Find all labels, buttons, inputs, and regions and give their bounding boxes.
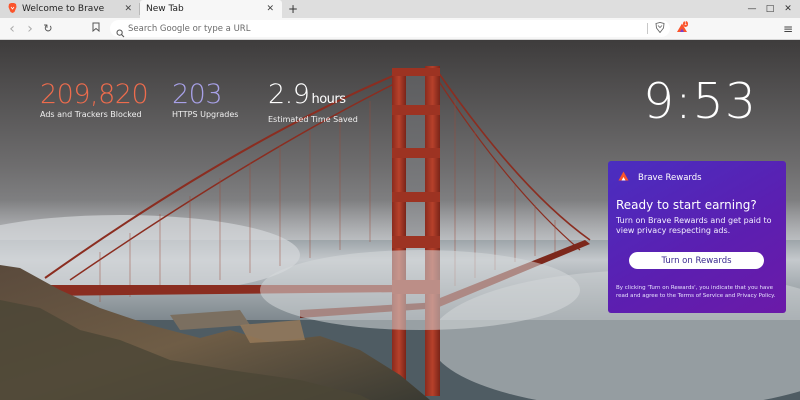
rewards-legal-text: By clicking 'Turn on Rewards', you indic… xyxy=(616,285,776,299)
stat-https-upgrades: 203 HTTPS Upgrades xyxy=(172,79,239,120)
back-button[interactable]: ‹ xyxy=(4,18,20,39)
rewards-header: Brave Rewards xyxy=(618,171,702,184)
time-saved-value: 2.9 xyxy=(268,79,310,110)
tab-close-icon[interactable]: ✕ xyxy=(124,4,132,14)
address-input[interactable] xyxy=(128,20,648,37)
https-upgrades-label: HTTPS Upgrades xyxy=(172,110,239,119)
reload-button[interactable]: ↻ xyxy=(40,18,56,39)
brave-rewards-icon xyxy=(618,171,629,184)
bookmark-icon xyxy=(92,22,100,35)
brave-rewards-button[interactable]: 1 xyxy=(674,18,690,39)
time-saved-label: Estimated Time Saved xyxy=(268,115,358,124)
tab-new-tab[interactable]: New Tab ✕ xyxy=(140,0,282,18)
brave-rewards-card: Brave Rewards Ready to start earning? Tu… xyxy=(608,161,786,313)
rewards-headline: Ready to start earning? xyxy=(616,198,757,212)
tab-title: New Tab xyxy=(146,4,184,14)
stat-time-saved: 2.9 hours Estimated Time Saved xyxy=(268,79,358,125)
close-window-button[interactable]: ✕ xyxy=(780,0,796,18)
clock: 9:53 xyxy=(642,73,757,130)
address-bar[interactable] xyxy=(110,20,670,38)
forward-button[interactable]: › xyxy=(22,18,38,39)
maximize-button[interactable]: □ xyxy=(762,0,778,18)
new-tab-button[interactable]: + xyxy=(286,0,300,18)
omnibox-divider xyxy=(647,23,648,34)
shield-icon xyxy=(655,21,665,36)
rewards-badge: 1 xyxy=(683,21,689,27)
rewards-description: Turn on Brave Rewards and get paid to vi… xyxy=(616,216,772,235)
ads-blocked-label: Ads and Trackers Blocked xyxy=(40,110,142,119)
main-menu-button[interactable]: ≡ xyxy=(780,18,796,39)
bookmark-button[interactable] xyxy=(88,18,104,39)
rewards-title: Brave Rewards xyxy=(638,172,702,183)
ads-blocked-count: 209,820 xyxy=(40,79,149,110)
new-tab-page: 209,820 Ads and Trackers Blocked 203 HTT… xyxy=(0,40,800,400)
minimize-button[interactable]: — xyxy=(744,0,760,18)
brave-shields-button[interactable] xyxy=(652,18,668,39)
turn-on-rewards-button[interactable]: Turn on Rewards xyxy=(629,252,764,269)
tab-title: Welcome to Brave xyxy=(22,4,105,14)
https-upgrades-count: 203 xyxy=(172,79,223,110)
stat-ads-blocked: 209,820 Ads and Trackers Blocked xyxy=(40,79,149,120)
time-saved-unit: hours xyxy=(311,92,346,107)
tab-close-icon[interactable]: ✕ xyxy=(266,4,274,14)
toolbar: ‹ › ↻ 1 ≡ xyxy=(0,18,800,40)
tab-strip: Welcome to Brave ✕ New Tab ✕ + — □ ✕ xyxy=(0,0,800,18)
brave-lion-icon xyxy=(8,2,17,16)
tab-welcome-to-brave[interactable]: Welcome to Brave ✕ xyxy=(0,0,140,18)
